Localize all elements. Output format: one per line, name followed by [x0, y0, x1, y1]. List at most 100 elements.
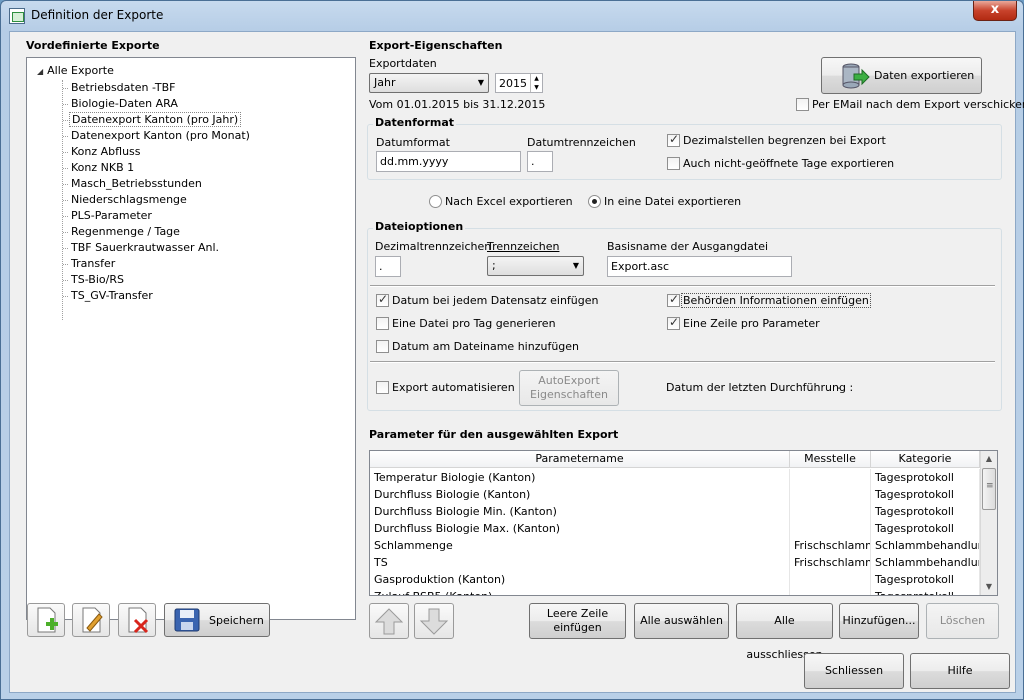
- tree-item[interactable]: Betriebsdaten -TBF: [63, 80, 178, 96]
- close-dialog-button[interactable]: Schliessen: [804, 653, 904, 689]
- save-button[interactable]: Speichern: [164, 603, 270, 637]
- tree-root-label: Alle Exporte: [47, 64, 114, 77]
- cell-parametername: Gasproduktion (Kanton): [370, 571, 790, 588]
- database-export-icon: [842, 63, 870, 89]
- dialog-client: Vordefinierte Exporte ◢ Alle Exporte Betr…: [9, 31, 1024, 693]
- scroll-up-icon[interactable]: ▲: [981, 451, 997, 467]
- datumtrenn-input[interactable]: .: [527, 151, 553, 172]
- trennzeichen-label-text: Trennzeichen: [487, 240, 560, 253]
- radio-excel[interactable]: [429, 195, 442, 208]
- autoexport-properties-button[interactable]: AutoExport Eigenschaften: [519, 370, 619, 406]
- datum-datensatz-checkbox[interactable]: [376, 292, 389, 307]
- new-export-button[interactable]: [27, 603, 65, 637]
- move-down-button[interactable]: [414, 603, 454, 639]
- spinner-down-icon[interactable]: ▼: [530, 83, 542, 92]
- tree-root[interactable]: ◢ Alle Exporte: [37, 64, 114, 77]
- edit-export-button[interactable]: [72, 603, 110, 637]
- year-spinner[interactable]: 2015 ▲ ▼: [495, 73, 543, 93]
- tree-item[interactable]: Regenmenge / Tage: [63, 224, 182, 240]
- radio-datei[interactable]: [588, 195, 601, 208]
- radio-excel-label: Nach Excel exportieren: [445, 195, 573, 208]
- table-row[interactable]: TS Frischschlamm Schlammbehandlung: [370, 554, 980, 571]
- table-row[interactable]: Gasproduktion (Kanton) Tagesprotokoll: [370, 571, 980, 588]
- tree-item[interactable]: Transfer: [63, 256, 117, 272]
- help-button[interactable]: Hilfe: [910, 653, 1010, 689]
- parameters-table[interactable]: Parametername Messtelle Kategorie Temper…: [369, 450, 998, 596]
- behoerden-checkbox[interactable]: [667, 292, 680, 307]
- scroll-down-icon[interactable]: ▼: [981, 579, 997, 595]
- exclude-all-button[interactable]: Alle ausschliessen: [736, 603, 833, 661]
- delete-document-icon: [128, 607, 149, 634]
- automatisieren-checkbox[interactable]: [376, 381, 389, 394]
- tree-item[interactable]: TS-Bio/RS: [63, 272, 126, 288]
- app-icon: [9, 8, 25, 24]
- nicht-geoeffnet-checkbox[interactable]: [667, 157, 680, 170]
- tree-item[interactable]: Datenexport Kanton (pro Monat): [63, 128, 252, 144]
- tree-item[interactable]: Masch_Betriebsstunden: [63, 176, 204, 192]
- cell-parametername: Zulauf BSB5 (Kanton): [370, 588, 790, 595]
- letzte-durchfuehrung-label: Datum der letzten Durchführung :: [666, 381, 854, 394]
- cell-messtelle: Frischschlamm: [790, 537, 871, 554]
- tree-item[interactable]: Niederschlagsmenge: [63, 192, 189, 208]
- period-select[interactable]: Jahr ▼: [369, 73, 489, 93]
- insert-empty-row-button[interactable]: Leere Zeile einfügen: [529, 603, 626, 639]
- tree-item-label: Datenexport Kanton (pro Jahr): [69, 112, 242, 127]
- dezimaltrenn-input[interactable]: .: [375, 256, 401, 277]
- tree-item[interactable]: Datenexport Kanton (pro Jahr): [63, 112, 242, 128]
- table-row[interactable]: Durchfluss Biologie (Kanton) Tagesprotoko…: [370, 486, 980, 503]
- cell-kategorie: Tagesprotokoll: [871, 486, 980, 503]
- tree-item[interactable]: TS_GV-Transfer: [63, 288, 155, 304]
- column-header-parametername[interactable]: Parametername: [370, 451, 790, 468]
- datum-dateiname-label: Datum am Dateiname hinzufügen: [392, 340, 580, 353]
- predefined-exports-title: Vordefinierte Exporte: [24, 39, 162, 52]
- trennzeichen-select[interactable]: ; ▼: [487, 256, 584, 276]
- new-document-icon: [37, 607, 58, 633]
- tree-item-label: Masch_Betriebsstunden: [71, 177, 202, 190]
- dezimal-begrenzen-checkbox[interactable]: [667, 132, 680, 147]
- cell-kategorie: Tagesprotokoll: [871, 503, 980, 520]
- zeile-pro-param-label: Eine Zeile pro Parameter: [683, 317, 820, 330]
- tree-item[interactable]: TBF Sauerkrautwasser Anl.: [63, 240, 221, 256]
- email-checkbox[interactable]: [796, 98, 809, 111]
- tree-item-label: Niederschlagsmenge: [71, 193, 187, 206]
- column-header-messtelle[interactable]: Messtelle: [790, 451, 871, 468]
- close-button[interactable]: x: [973, 1, 1017, 21]
- insert-empty-row-line1: Leere Zeile: [546, 607, 609, 620]
- datumformat-input[interactable]: dd.mm.yyyy: [376, 151, 521, 172]
- cell-messtelle: [790, 520, 871, 537]
- scroll-thumb[interactable]: [982, 468, 996, 510]
- table-row[interactable]: Durchfluss Biologie Min. (Kanton) Tagespr…: [370, 503, 980, 520]
- basisname-input[interactable]: Export.asc: [607, 256, 792, 277]
- date-range-text: Vom 01.01.2015 bis 31.12.2015: [369, 98, 546, 111]
- move-up-button[interactable]: [369, 603, 409, 639]
- table-row[interactable]: Temperatur Biologie (Kanton) Tagesprotoko…: [370, 469, 980, 486]
- period-select-value: Jahr: [374, 76, 396, 89]
- tree-item[interactable]: Biologie-Daten ARA: [63, 96, 180, 112]
- select-all-button[interactable]: Alle auswählen: [634, 603, 729, 639]
- datum-dateiname-checkbox[interactable]: [376, 340, 389, 353]
- table-row[interactable]: Durchfluss Biologie Max. (Kanton) Tagespr…: [370, 520, 980, 537]
- window-title: Definition der Exporte: [31, 8, 164, 22]
- table-scrollbar[interactable]: ▲ ▼: [980, 451, 997, 595]
- trennzeichen-label: Trennzeichen: [487, 240, 559, 253]
- arrow-up-icon: [374, 608, 404, 635]
- spinner-up-icon[interactable]: ▲: [530, 74, 542, 83]
- column-header-kategorie[interactable]: Kategorie: [871, 451, 980, 468]
- tree-item-label: TBF Sauerkrautwasser Anl.: [71, 241, 220, 254]
- datei-pro-tag-checkbox[interactable]: [376, 317, 389, 330]
- expand-triangle-icon[interactable]: ◢: [37, 67, 43, 76]
- zeile-pro-param-checkbox[interactable]: [667, 315, 680, 330]
- tree-item[interactable]: Konz NKB 1: [63, 160, 136, 176]
- table-row[interactable]: Schlammenge Frischschlamm Schlammbehandlun…: [370, 537, 980, 554]
- trennzeichen-value: ;: [492, 259, 496, 272]
- exports-tree[interactable]: ◢ Alle Exporte Betriebsdaten -TBF Biologie…: [26, 57, 356, 620]
- add-button[interactable]: Hinzufügen...: [839, 603, 919, 639]
- table-row[interactable]: Zulauf BSB5 (Kanton) Tagesprotokoll: [370, 588, 980, 595]
- tree-item[interactable]: Konz Abfluss: [63, 144, 143, 160]
- tree-item[interactable]: PLS-Parameter: [63, 208, 154, 224]
- email-checkbox-label: Per EMail nach dem Export verschicken: [812, 98, 1024, 111]
- datumtrenn-label: Datumtrennzeichen: [527, 136, 636, 149]
- export-data-button[interactable]: Daten exportieren: [821, 57, 982, 94]
- delete-export-button[interactable]: [118, 603, 156, 637]
- delete-button[interactable]: Löschen: [926, 603, 999, 639]
